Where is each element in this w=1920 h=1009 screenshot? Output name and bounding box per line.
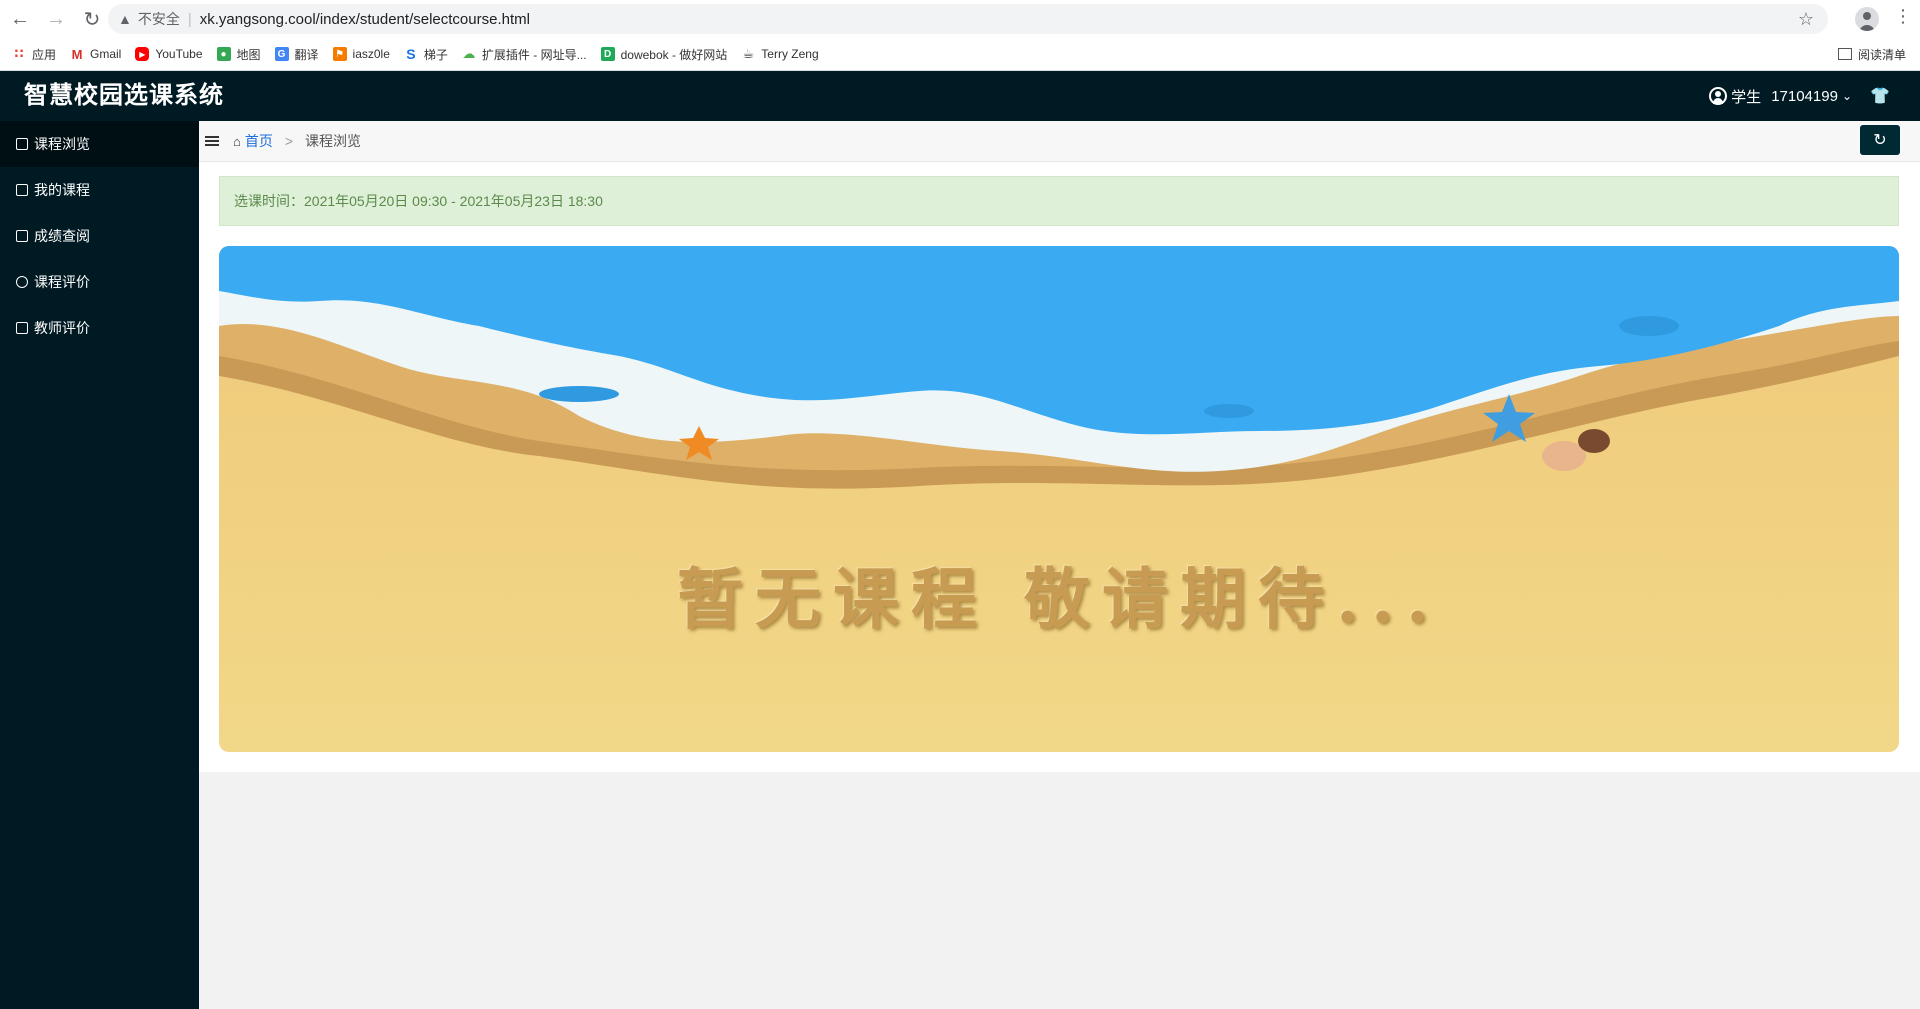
forward-arrow-icon[interactable]: →	[40, 3, 72, 35]
beach-banner-image: 暂无课程 敬请期待...	[219, 246, 1899, 752]
security-label: 不安全	[137, 11, 180, 27]
bookmark-star-icon[interactable]: ☆	[1798, 9, 1814, 30]
sidebar-item-course-browse[interactable]: 课程浏览	[0, 121, 199, 167]
no-courses-banner-text: 暂无课程 敬请期待...	[677, 560, 1441, 638]
s-logo-icon: S	[406, 46, 416, 62]
bookmark-extension[interactable]: ☁ 扩展插件 - 网址导...	[462, 46, 587, 63]
bookmark-dowebok[interactable]: D dowebok - 做好网站	[600, 46, 728, 63]
refresh-button[interactable]: ↻	[1860, 125, 1900, 155]
sidebar-item-label: 课程评价	[34, 274, 90, 290]
bookmark-label: 翻译	[294, 47, 319, 62]
back-arrow-icon[interactable]: ←	[4, 3, 36, 35]
card-icon	[16, 184, 28, 196]
sidebar-item-label: 成绩查阅	[34, 228, 90, 244]
beach-illustration	[219, 246, 1899, 752]
bookmark-iasz0le[interactable]: ⚑ iasz0le	[332, 47, 390, 61]
user-circle-icon	[1709, 87, 1728, 105]
reading-list-icon	[1837, 48, 1852, 60]
bookmark-translate[interactable]: G 翻译	[274, 46, 319, 63]
bookmark-label: Gmail	[90, 47, 122, 61]
extension-icon: ☁	[462, 46, 476, 61]
breadcrumb-separator: >	[284, 133, 294, 149]
sidebar-item-label: 教师评价	[34, 320, 90, 336]
sidebar-item-label: 我的课程	[34, 182, 90, 198]
url-text[interactable]: xk.yangsong.cool/index/student/selectcou…	[200, 11, 530, 28]
reload-icon[interactable]: ↻	[76, 3, 108, 35]
omnibox-separator: |	[187, 10, 192, 28]
app-header: 智慧校园选课系统 学生 17104199 ⌄ 👕	[0, 71, 1920, 121]
gmail-icon: M	[71, 46, 83, 62]
sidebar-item-label: 课程浏览	[34, 136, 90, 152]
user-menu[interactable]: 学生 17104199 ⌄	[1709, 71, 1852, 121]
home-icon: ⌂	[233, 133, 241, 149]
bookmark-gmail[interactable]: M Gmail	[70, 46, 122, 62]
maps-icon: ●	[216, 47, 231, 61]
bookmark-label: 扩展插件 - 网址导...	[481, 47, 587, 62]
bookmarks-bar: ∷ 应用 M Gmail ▶ YouTube ● 地图 G 翻译 ⚑ iasz0…	[0, 38, 1920, 71]
tshirt-theme-icon[interactable]: 👕	[1870, 86, 1890, 106]
app-title: 智慧校园选课系统	[24, 82, 224, 109]
user-id: 17104199	[1771, 87, 1838, 105]
sidebar-item-teacher-eval[interactable]: 教师评价	[0, 305, 199, 351]
selection-time-alert: 选课时间：2021年05月20日 09:30 - 2021年05月23日 18:…	[219, 176, 1899, 226]
bookmark-label: dowebok - 做好网站	[620, 47, 728, 62]
reading-list-label: 阅读清单	[1857, 47, 1906, 62]
browser-toolbar: ← → ↻ ▲ 不安全 | xk.yangsong.cool/index/stu…	[0, 0, 1920, 38]
target-icon	[16, 276, 28, 288]
bookmark-youtube[interactable]: ▶ YouTube	[135, 47, 203, 61]
warning-icon: ▲	[118, 11, 132, 27]
bookmark-label: YouTube	[155, 47, 203, 61]
list-icon	[16, 230, 28, 242]
translate-icon: G	[274, 47, 289, 61]
sidebar: 课程浏览 我的课程 成绩查阅 课程评价 教师评价	[0, 121, 199, 1009]
document-icon	[16, 138, 28, 150]
apps-grid-icon: ∷	[14, 46, 24, 61]
address-bar[interactable]: ▲ 不安全 | xk.yangsong.cool/index/student/s…	[108, 4, 1828, 34]
bookmark-label: 梯子	[423, 47, 448, 62]
teacher-icon	[16, 322, 28, 334]
sidebar-item-my-courses[interactable]: 我的课程	[0, 167, 199, 213]
hamburger-menu-icon[interactable]	[205, 136, 219, 146]
sidebar-item-grades[interactable]: 成绩查阅	[0, 213, 199, 259]
main-panel: 选课时间：2021年05月20日 09:30 - 2021年05月23日 18:…	[199, 162, 1920, 772]
bookmark-tizi[interactable]: S 梯子	[404, 46, 448, 63]
sidebar-item-course-eval[interactable]: 课程评价	[0, 259, 199, 305]
bookmark-maps[interactable]: ● 地图	[216, 46, 261, 63]
user-role: 学生	[1731, 88, 1762, 106]
bookmark-label: 应用	[32, 47, 57, 62]
breadcrumb-home-link[interactable]: 首页	[245, 131, 273, 151]
youtube-icon: ▶	[135, 47, 150, 61]
bookmark-label: 地图	[236, 47, 261, 62]
d-logo-icon: D	[600, 47, 615, 61]
profile-avatar-icon[interactable]	[1855, 7, 1879, 31]
chevron-down-icon: ⌄	[1841, 89, 1852, 103]
breadcrumb: ⌂ 首页 > 课程浏览 ↻	[199, 121, 1920, 162]
bookmark-terry[interactable]: ☕ Terry Zeng	[741, 46, 819, 61]
refresh-icon: ↻	[1873, 132, 1887, 149]
reading-list[interactable]: 阅读清单	[1837, 38, 1906, 70]
bookmark-label: Terry Zeng	[761, 47, 819, 61]
bookmark-apps[interactable]: ∷ 应用	[12, 46, 56, 63]
bookmark-label: iasz0le	[352, 47, 390, 61]
breadcrumb-current: 课程浏览	[305, 133, 362, 149]
flag-icon: ⚑	[332, 47, 347, 61]
cup-icon: ☕	[742, 46, 755, 61]
browser-menu-icon[interactable]: ⋮	[1894, 6, 1912, 27]
